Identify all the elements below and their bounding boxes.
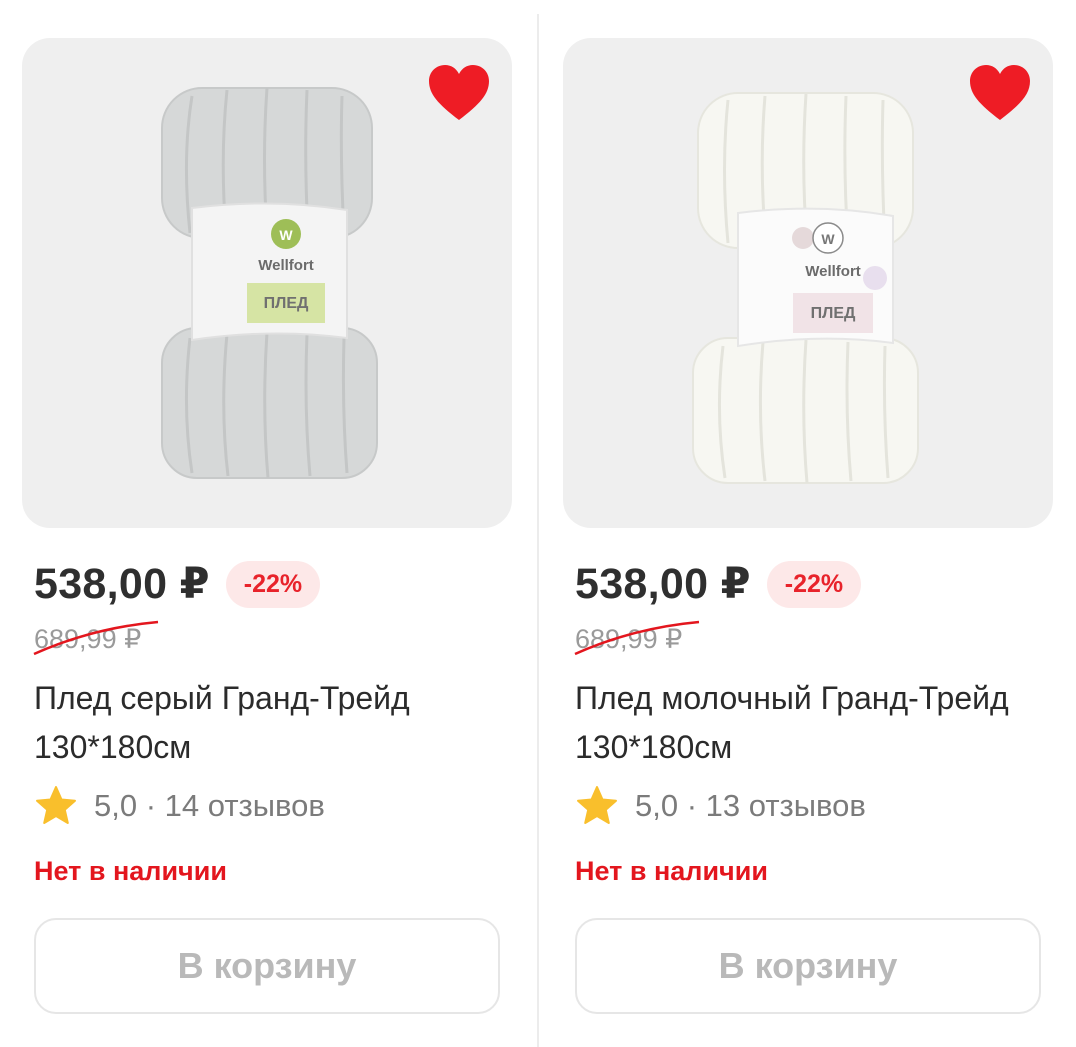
- product-card[interactable]: W Wellfort ПЛЕД 538,00 ₽ -22% 689,99 ₽ П…: [22, 0, 522, 1047]
- product-card[interactable]: W Wellfort ПЛЕД 538,00 ₽ -22% 689,99 ₽ П…: [563, 0, 1063, 1047]
- old-price-wrap: 689,99 ₽: [33, 620, 184, 660]
- rating-separator: ·: [137, 788, 165, 823]
- discount-badge: -22%: [766, 560, 862, 608]
- product-image-box[interactable]: W Wellfort ПЛЕД: [22, 38, 512, 528]
- stock-status: Нет в наличии: [575, 856, 768, 886]
- discount-badge: -22%: [225, 560, 321, 608]
- rating-value: 5,0: [635, 788, 679, 823]
- brand-name: Wellfort: [805, 263, 861, 280]
- price: 538,00 ₽: [34, 560, 210, 608]
- brand-logo-letter: W: [279, 227, 293, 243]
- brand-logo-letter: W: [821, 231, 835, 247]
- rating: 5,0 · 13 отзывов: [575, 784, 866, 828]
- rating-value: 5,0: [94, 788, 138, 823]
- reviews-count[interactable]: 13 отзывов: [706, 788, 866, 824]
- stock-status: Нет в наличии: [34, 856, 227, 886]
- product-title[interactable]: Плед молочный Гранд-Трейд 130*180см: [575, 674, 1045, 772]
- reviews-count[interactable]: 14 отзывов: [165, 788, 325, 824]
- rating-separator: ·: [678, 788, 706, 823]
- price-row: 538,00 ₽ -22%: [575, 556, 862, 612]
- package-label: ПЛЕД: [264, 295, 309, 312]
- product-image-box[interactable]: W Wellfort ПЛЕД: [563, 38, 1053, 528]
- strike-through-line: [574, 620, 700, 656]
- column-divider: [537, 14, 539, 1047]
- old-price-wrap: 689,99 ₽: [574, 620, 725, 660]
- strike-through-line: [33, 620, 159, 656]
- favorite-heart-icon[interactable]: [428, 64, 490, 122]
- brand-name: Wellfort: [258, 257, 314, 274]
- package-label: ПЛЕД: [811, 305, 856, 322]
- price: 538,00 ₽: [575, 560, 751, 608]
- price-row: 538,00 ₽ -22%: [34, 556, 321, 612]
- product-title[interactable]: Плед серый Гранд-Трейд 130*180см: [34, 674, 504, 772]
- favorite-heart-icon[interactable]: [969, 64, 1031, 122]
- star-icon: [36, 786, 76, 824]
- star-icon: [577, 786, 617, 824]
- add-to-cart-button[interactable]: В корзину: [575, 918, 1041, 1014]
- add-to-cart-button[interactable]: В корзину: [34, 918, 500, 1014]
- rating: 5,0 · 14 отзывов: [34, 784, 325, 828]
